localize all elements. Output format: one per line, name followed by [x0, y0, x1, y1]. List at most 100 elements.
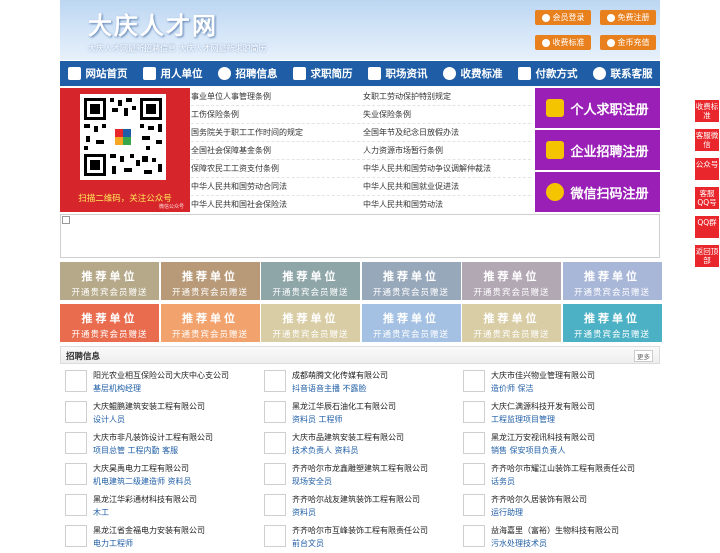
job-positions[interactable]: 资料员 — [292, 507, 316, 518]
coin-recharge-button[interactable]: 金币充值 — [600, 35, 656, 50]
nav-item-payment[interactable]: 付款方式 — [510, 61, 585, 86]
job-positions[interactable]: 工程监理项目管理 — [491, 414, 555, 425]
site-logo[interactable]: 大庆人才网 — [88, 6, 218, 41]
side-tab[interactable]: 收费标准 — [695, 100, 719, 122]
company-name[interactable]: 大庆市非凡装饰设计工程有限公司 — [93, 432, 213, 443]
policy-link[interactable]: 女职工劳动保护特别规定 — [363, 91, 451, 102]
nav-item-home[interactable]: 网站首页 — [60, 61, 135, 86]
policy-link[interactable]: 中华人民共和国劳动争议调解仲裁法 — [363, 163, 491, 174]
policy-link[interactable]: 国务院关于职工工作时间的规定 — [191, 127, 303, 138]
company-name[interactable]: 成都萌腾文化传媒有限公司 — [292, 370, 388, 381]
job-item[interactable]: 阳光农业相互保险公司大庆中心支公司 基层机构经理 — [60, 368, 256, 398]
job-item[interactable]: 齐齐哈尔久居装饰有限公司 运行助理 — [458, 492, 654, 522]
side-tab[interactable]: 公众号 — [695, 158, 719, 180]
side-tab[interactable]: 返回顶部 — [695, 245, 719, 267]
policy-link[interactable]: 事业单位人事管理条例 — [191, 91, 271, 102]
job-item[interactable]: 黑龙江省金福电力安装有限公司 电力工程师 — [60, 523, 256, 553]
recommend-slot[interactable]: 推荐单位 开通贵宾会员赠送 — [462, 262, 561, 300]
nav-item-contact[interactable]: 联系客服 — [585, 61, 660, 86]
recommend-slot[interactable]: 推荐单位 开通贵宾会员赠送 — [160, 304, 260, 342]
recommend-slot[interactable]: 推荐单位 开通贵宾会员赠送 — [562, 304, 662, 342]
job-positions[interactable]: 基层机构经理 — [93, 383, 141, 394]
job-item[interactable]: 齐齐哈尔战友建筑装饰工程有限公司 资料员 — [259, 492, 455, 522]
company-name[interactable]: 黑龙江华彩通材科技有限公司 — [93, 494, 197, 505]
job-positions[interactable]: 造价师 保洁 — [491, 383, 534, 394]
job-positions[interactable]: 资料员 工程师 — [292, 414, 343, 425]
company-name[interactable]: 益海嘉里（富裕）生物科技有限公司 — [491, 525, 619, 536]
job-item[interactable]: 成都萌腾文化传媒有限公司 抖音语音主播 不露脸 — [259, 368, 455, 398]
recommend-slot[interactable]: 推荐单位 开通贵宾会员赠送 — [60, 304, 159, 342]
company-name[interactable]: 黑龙江华辰石油化工有限公司 — [292, 401, 396, 412]
policy-link[interactable]: 失业保险条例 — [363, 109, 411, 120]
policy-link[interactable]: 全国社会保障基金条例 — [191, 145, 271, 156]
side-tab[interactable]: 客服QQ号 — [695, 187, 719, 209]
fee-standard-button[interactable]: 收费标准 — [535, 35, 591, 50]
personal-register-button[interactable]: 个人求职注册 — [535, 88, 660, 128]
job-positions[interactable]: 技术负责人 资料员 — [292, 445, 359, 456]
member-login-button[interactable]: 会员登录 — [535, 10, 591, 25]
company-logo[interactable] — [463, 494, 485, 516]
job-item[interactable]: 齐齐哈尔市龙鑫雕塑建筑工程有限公司 现场安全员 — [259, 461, 455, 491]
company-name[interactable]: 齐齐哈尔战友建筑装饰工程有限公司 — [292, 494, 420, 505]
job-item[interactable]: 大庆鲲鹏建筑安装工程有限公司 设计人员 — [60, 399, 256, 429]
policy-link[interactable]: 中华人民共和国劳动法 — [363, 199, 443, 210]
company-logo[interactable] — [65, 463, 87, 485]
recommend-slot[interactable]: 推荐单位 开通贵宾会员赠送 — [562, 262, 662, 300]
job-item[interactable]: 益海嘉里（富裕）生物科技有限公司 污水处理技术员 — [458, 523, 654, 553]
side-tab[interactable]: QQ群 — [695, 216, 719, 238]
company-name[interactable]: 大庆仁满源科技开发有限公司 — [491, 401, 595, 412]
company-logo[interactable] — [463, 432, 485, 454]
job-positions[interactable]: 设计人员 — [93, 414, 125, 425]
job-positions[interactable]: 销售 保安项目负责人 — [491, 445, 566, 456]
company-logo[interactable] — [65, 370, 87, 392]
side-tab[interactable]: 客服微信 — [695, 129, 719, 151]
company-logo[interactable] — [264, 432, 286, 454]
company-name[interactable]: 黑龙江万安视讯科技有限公司 — [491, 432, 595, 443]
policy-link[interactable]: 人力资源市场暂行条例 — [363, 145, 443, 156]
job-positions[interactable]: 项目总管 工程内勤 客服 — [93, 445, 178, 456]
company-logo[interactable] — [65, 525, 87, 547]
company-register-button[interactable]: 企业招聘注册 — [535, 130, 660, 170]
job-positions[interactable]: 话务员 — [491, 476, 515, 487]
recommend-slot[interactable]: 推荐单位 开通贵宾会员赠送 — [462, 304, 561, 342]
company-logo[interactable] — [65, 401, 87, 423]
policy-link[interactable]: 全国年节及纪念日放假办法 — [363, 127, 459, 138]
wechat-register-button[interactable]: 微信扫码注册 — [535, 172, 660, 212]
nav-item-news[interactable]: 职场资讯 — [360, 61, 435, 86]
company-logo[interactable] — [264, 401, 286, 423]
company-logo[interactable] — [65, 494, 87, 516]
company-name[interactable]: 大庆市佳兴物业管理有限公司 — [491, 370, 595, 381]
company-name[interactable]: 大庆鲲鹏建筑安装工程有限公司 — [93, 401, 205, 412]
company-name[interactable]: 黑龙江省金福电力安装有限公司 — [93, 525, 205, 536]
nav-item-resumes[interactable]: 求职简历 — [285, 61, 360, 86]
company-name[interactable]: 齐齐哈尔市龙鑫雕塑建筑工程有限公司 — [292, 463, 428, 474]
policy-link[interactable]: 中华人民共和国社会保险法 — [191, 199, 287, 210]
job-positions[interactable]: 抖音语音主播 不露脸 — [292, 383, 367, 394]
company-logo[interactable] — [463, 463, 485, 485]
company-logo[interactable] — [264, 463, 286, 485]
company-name[interactable]: 齐齐哈尔久居装饰有限公司 — [491, 494, 587, 505]
nav-item-employers[interactable]: 用人单位 — [135, 61, 210, 86]
company-name[interactable]: 大庆市品建筑安装工程有限公司 — [292, 432, 404, 443]
job-item[interactable]: 大庆市非凡装饰设计工程有限公司 项目总管 工程内勤 客服 — [60, 430, 256, 460]
job-positions[interactable]: 机电建筑二级建造师 资料员 — [93, 476, 192, 487]
job-positions[interactable]: 运行助理 — [491, 507, 523, 518]
recommend-slot[interactable]: 推荐单位 开通贵宾会员赠送 — [361, 304, 461, 342]
free-register-button[interactable]: 免费注册 — [600, 10, 656, 25]
job-item[interactable]: 大庆市佳兴物业管理有限公司 造价师 保洁 — [458, 368, 654, 398]
banner-ad[interactable] — [60, 214, 660, 258]
more-link[interactable]: 更多 — [634, 350, 653, 362]
company-logo[interactable] — [264, 525, 286, 547]
company-logo[interactable] — [65, 432, 87, 454]
company-logo[interactable] — [463, 370, 485, 392]
company-logo[interactable] — [264, 370, 286, 392]
job-item[interactable]: 黑龙江万安视讯科技有限公司 销售 保安项目负责人 — [458, 430, 654, 460]
company-logo[interactable] — [264, 494, 286, 516]
policy-link[interactable]: 中华人民共和国劳动合同法 — [191, 181, 287, 192]
policy-link[interactable]: 工伤保险条例 — [191, 109, 239, 120]
job-positions[interactable]: 现场安全员 — [292, 476, 332, 487]
company-logo[interactable] — [463, 401, 485, 423]
recommend-slot[interactable]: 推荐单位 开通贵宾会员赠送 — [261, 304, 360, 342]
job-item[interactable]: 大庆市品建筑安装工程有限公司 技术负责人 资料员 — [259, 430, 455, 460]
policy-link[interactable]: 中华人民共和国就业促进法 — [363, 181, 459, 192]
